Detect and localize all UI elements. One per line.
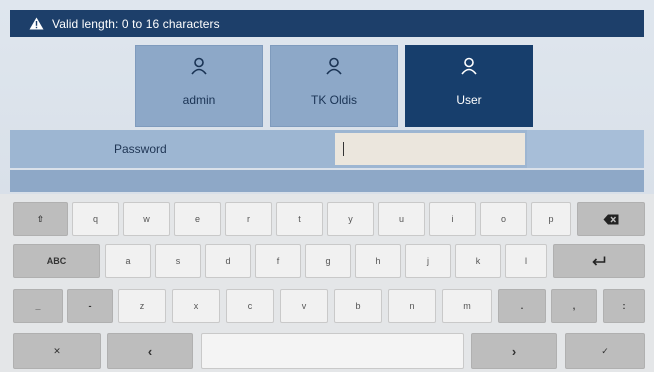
key-l[interactable]: l xyxy=(505,244,547,278)
key-q[interactable]: q xyxy=(72,202,119,236)
key-c[interactable]: c xyxy=(226,289,274,323)
cursor-right-key[interactable]: › xyxy=(471,333,557,369)
key-n[interactable]: n xyxy=(388,289,436,323)
key-period[interactable]: . xyxy=(498,289,546,323)
user-icon xyxy=(461,57,477,75)
password-row: Password xyxy=(10,130,644,168)
key-colon[interactable]: : xyxy=(603,289,645,323)
key-underscore[interactable]: _ xyxy=(13,289,63,323)
user-icon xyxy=(191,57,207,75)
key-h[interactable]: h xyxy=(355,244,401,278)
key-j[interactable]: j xyxy=(405,244,451,278)
divider-strip xyxy=(10,170,644,192)
login-screen: Valid length: 0 to 16 characters admin T… xyxy=(0,0,654,372)
abc-key[interactable]: ABC xyxy=(13,244,100,278)
user-tile-label: User xyxy=(456,93,482,107)
enter-key[interactable] xyxy=(553,244,645,278)
user-icon xyxy=(326,57,342,75)
user-tile-user[interactable]: User xyxy=(405,45,533,127)
key-e[interactable]: e xyxy=(174,202,221,236)
key-g[interactable]: g xyxy=(305,244,351,278)
key-r[interactable]: r xyxy=(225,202,272,236)
key-t[interactable]: t xyxy=(276,202,323,236)
key-s[interactable]: s xyxy=(155,244,201,278)
key-hyphen[interactable]: - xyxy=(67,289,113,323)
key-b[interactable]: b xyxy=(334,289,382,323)
backspace-key[interactable] xyxy=(577,202,645,236)
password-input[interactable] xyxy=(335,133,525,165)
user-tile-tk-oldis[interactable]: TK Oldis xyxy=(270,45,398,127)
cursor-left-key[interactable]: ‹ xyxy=(107,333,193,369)
warning-icon xyxy=(28,17,44,31)
backspace-icon xyxy=(603,214,619,224)
key-k[interactable]: k xyxy=(455,244,501,278)
validation-banner: Valid length: 0 to 16 characters xyxy=(10,10,644,37)
key-comma[interactable]: , xyxy=(551,289,597,323)
space-key[interactable] xyxy=(201,333,464,369)
key-p[interactable]: p xyxy=(531,202,571,236)
key-m[interactable]: m xyxy=(442,289,492,323)
user-tile-label: TK Oldis xyxy=(310,93,357,107)
shift-key[interactable]: ⇧ xyxy=(13,202,68,236)
text-caret xyxy=(343,142,344,156)
key-f[interactable]: f xyxy=(255,244,301,278)
key-w[interactable]: w xyxy=(123,202,170,236)
validation-message: Valid length: 0 to 16 characters xyxy=(52,16,220,31)
key-o[interactable]: o xyxy=(480,202,527,236)
key-v[interactable]: v xyxy=(280,289,328,323)
enter-icon xyxy=(592,256,606,266)
password-row-end xyxy=(527,130,644,168)
key-u[interactable]: u xyxy=(378,202,425,236)
key-z[interactable]: z xyxy=(118,289,166,323)
user-selector: admin TK Oldis User xyxy=(0,43,654,127)
key-x[interactable]: x xyxy=(172,289,220,323)
cancel-key[interactable]: ✕ xyxy=(13,333,101,369)
on-screen-keyboard: ⇧ q w e r t y u i o p ABC a s d f g h j … xyxy=(0,194,654,372)
key-y[interactable]: y xyxy=(327,202,374,236)
key-d[interactable]: d xyxy=(205,244,251,278)
user-tile-label: admin xyxy=(182,93,216,107)
password-label: Password xyxy=(114,142,167,156)
key-a[interactable]: a xyxy=(105,244,151,278)
key-i[interactable]: i xyxy=(429,202,476,236)
user-tile-admin[interactable]: admin xyxy=(135,45,263,127)
confirm-key[interactable]: ✓ xyxy=(565,333,645,369)
